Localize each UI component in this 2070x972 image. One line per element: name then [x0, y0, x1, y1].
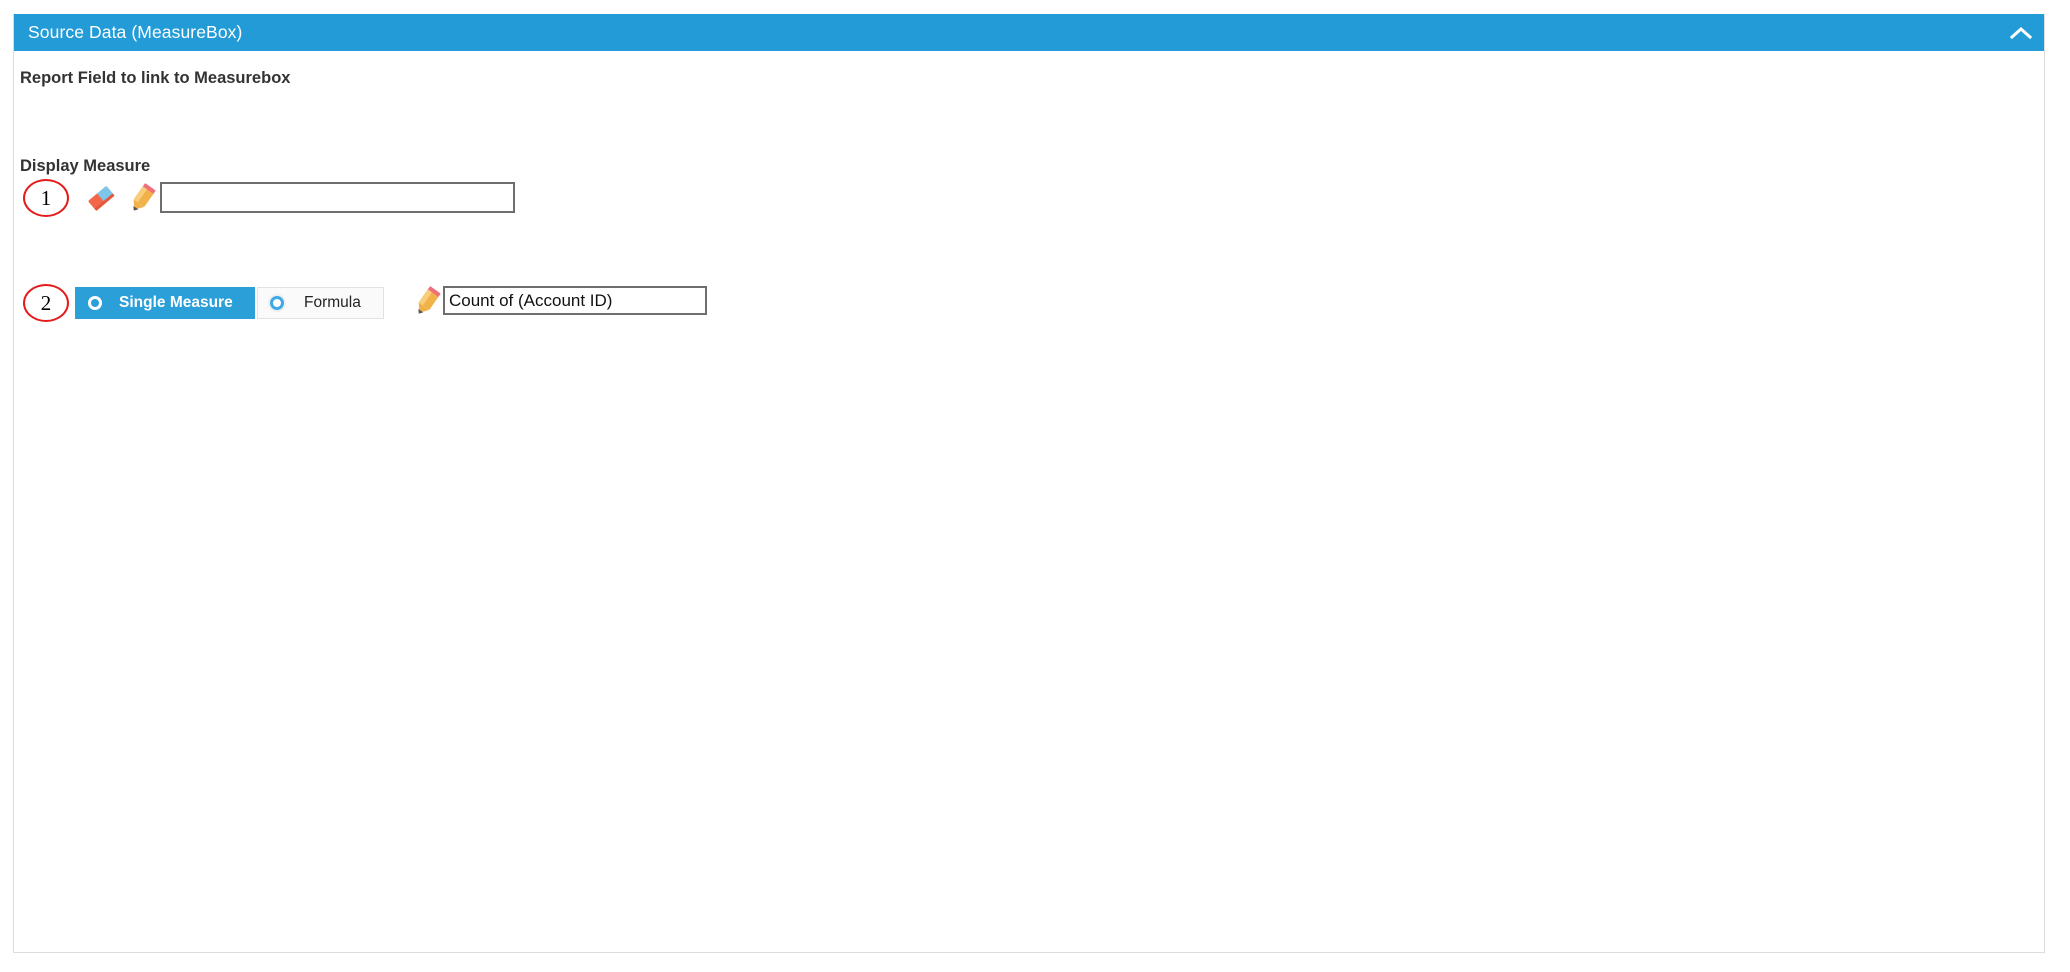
measure-expression-input[interactable]	[443, 286, 707, 315]
report-field-label: Report Field to link to Measurebox	[20, 69, 291, 87]
radio-option-formula[interactable]: Formula	[257, 287, 384, 319]
radio-indicator-selected	[88, 296, 102, 310]
radio-option-label: Formula	[304, 294, 361, 311]
report-field-input[interactable]	[160, 182, 515, 213]
panel-body: Report Field to link to Measurebox 1 Dis…	[14, 51, 2044, 952]
display-measure-label: Display Measure	[20, 157, 151, 175]
radio-indicator-unselected	[270, 296, 284, 310]
eraser-icon[interactable]	[86, 185, 116, 216]
radio-option-label: Single Measure	[119, 294, 233, 311]
annotation-number: 1	[40, 185, 52, 210]
panel-title: Source Data (MeasureBox)	[28, 22, 243, 42]
pencil-icon[interactable]	[414, 285, 441, 322]
pencil-icon[interactable]	[129, 182, 156, 219]
panel-header: Source Data (MeasureBox)	[14, 14, 2044, 51]
chevron-up-icon[interactable]	[1998, 14, 2044, 51]
annotation-number: 2	[40, 290, 52, 315]
annotation-marker-2: 2	[23, 284, 69, 322]
radio-option-single-measure[interactable]: Single Measure	[75, 287, 255, 319]
annotation-marker-1: 1	[23, 179, 69, 217]
source-data-panel: Source Data (MeasureBox) Report Field to…	[13, 14, 2045, 953]
